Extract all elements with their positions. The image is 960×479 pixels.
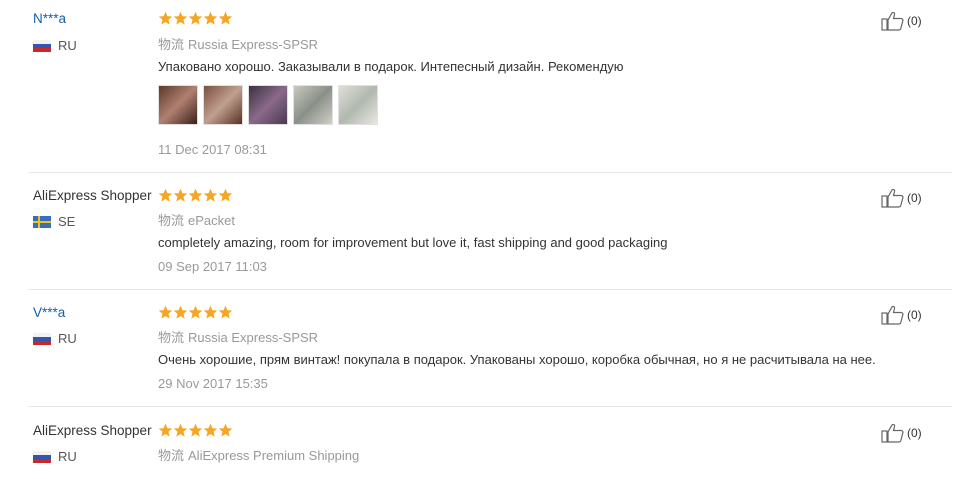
review-photo[interactable]: [293, 85, 333, 125]
shipping-method: 物流 AliExpress Premium Shipping: [158, 445, 359, 464]
ru-flag-icon: [33, 333, 51, 345]
review-date: 29 Nov 2017 15:35: [158, 376, 268, 391]
review-photo[interactable]: [203, 85, 243, 125]
reviewer-country: RU: [58, 449, 77, 464]
star-icon: [188, 188, 203, 202]
ru-flag-icon: [33, 40, 51, 52]
review-item: N***a RU 物流 Russia Express-SPSR Упаковано…: [0, 0, 952, 173]
helpful-count: (0): [907, 191, 922, 205]
star-icon: [218, 305, 233, 319]
shipping-value: AliExpress Premium Shipping: [188, 448, 360, 463]
star-icon: [203, 305, 218, 319]
star-icon: [188, 11, 203, 25]
helpful-button[interactable]: (0): [881, 305, 951, 325]
star-icon: [188, 423, 203, 437]
reviewer-name: AliExpress Shopper: [33, 188, 152, 203]
star-icon: [158, 11, 173, 25]
review-item: V***a RU 物流 Russia Express-SPSR Очень хор…: [0, 290, 952, 407]
reviewer-country: RU: [58, 38, 77, 53]
star-icon: [203, 11, 218, 25]
se-flag-icon: [33, 216, 51, 228]
star-icon: [188, 305, 203, 319]
review-item: AliExpress Shopper SE 物流 ePacket complete…: [0, 173, 952, 290]
ru-flag-icon: [33, 451, 51, 463]
review-photo[interactable]: [158, 85, 198, 125]
review-text: Очень хорошие, прям винтаж! покупала в п…: [158, 352, 876, 367]
helpful-button[interactable]: (0): [881, 423, 951, 443]
review-date: 09 Sep 2017 11:03: [158, 259, 267, 274]
reviewer-country: RU: [58, 331, 77, 346]
shipping-label: 物流: [158, 330, 185, 345]
helpful-button[interactable]: (0): [881, 11, 951, 31]
reviewer-country: SE: [58, 214, 76, 229]
star-rating: [158, 11, 233, 27]
star-icon: [158, 188, 173, 202]
thumbs-up-icon: [881, 11, 904, 31]
review-photo[interactable]: [248, 85, 288, 125]
shipping-method: 物流 Russia Express-SPSR: [158, 327, 318, 346]
helpful-count: (0): [907, 14, 922, 28]
reviewer-name[interactable]: V***a: [33, 305, 65, 320]
review-text: Упаковано хорошо. Заказывали в подарок. …: [158, 59, 624, 74]
review-date: 11 Dec 2017 08:31: [158, 142, 267, 157]
star-rating: [158, 305, 233, 321]
star-icon: [218, 11, 233, 25]
helpful-count: (0): [907, 308, 922, 322]
shipping-label: 物流: [158, 37, 185, 52]
shipping-value: Russia Express-SPSR: [188, 37, 319, 52]
review-photo[interactable]: [338, 85, 378, 125]
shipping-label: 物流: [158, 213, 185, 228]
helpful-button[interactable]: (0): [881, 188, 951, 208]
star-icon: [203, 188, 218, 202]
star-icon: [173, 11, 188, 25]
star-icon: [218, 423, 233, 437]
star-rating: [158, 423, 233, 439]
star-icon: [218, 188, 233, 202]
star-icon: [158, 305, 173, 319]
star-rating: [158, 188, 233, 204]
review-text: completely amazing, room for improvement…: [158, 235, 668, 250]
helpful-count: (0): [907, 426, 922, 440]
reviewer-name[interactable]: N***a: [33, 11, 66, 26]
shipping-value: Russia Express-SPSR: [188, 330, 319, 345]
thumbs-up-icon: [881, 305, 904, 325]
review-item: AliExpress Shopper RU 物流 AliExpress Premi…: [0, 407, 952, 479]
star-icon: [158, 423, 173, 437]
reviewer-name: AliExpress Shopper: [33, 423, 152, 438]
shipping-method: 物流 Russia Express-SPSR: [158, 34, 318, 53]
shipping-value: ePacket: [188, 213, 235, 228]
shipping-label: 物流: [158, 448, 185, 463]
star-icon: [203, 423, 218, 437]
review-photos: [158, 85, 383, 125]
star-icon: [173, 423, 188, 437]
shipping-method: 物流 ePacket: [158, 210, 235, 229]
star-icon: [173, 188, 188, 202]
star-icon: [173, 305, 188, 319]
thumbs-up-icon: [881, 423, 904, 443]
thumbs-up-icon: [881, 188, 904, 208]
